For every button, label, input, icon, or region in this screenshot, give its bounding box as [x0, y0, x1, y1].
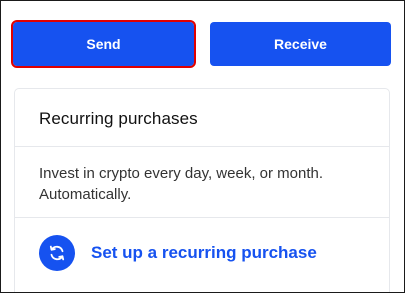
divider [15, 146, 389, 147]
recurring-purchases-card: Recurring purchases Invest in crypto eve… [14, 88, 390, 292]
send-button-label: Send [86, 36, 121, 52]
divider [15, 217, 389, 218]
card-title: Recurring purchases [39, 109, 198, 128]
receive-button-label: Receive [274, 36, 327, 52]
send-button[interactable]: Send [11, 20, 196, 68]
card-description: Invest in crypto every day, week, or mon… [39, 165, 324, 203]
app-frame: Send Receive Recurring purchases Invest … [0, 0, 405, 293]
setup-recurring-purchase-label: Set up a recurring purchase [91, 243, 317, 262]
receive-button[interactable]: Receive [210, 22, 391, 66]
setup-recurring-purchase-link[interactable]: Set up a recurring purchase [39, 235, 317, 271]
recurring-arrows-icon [39, 235, 75, 271]
